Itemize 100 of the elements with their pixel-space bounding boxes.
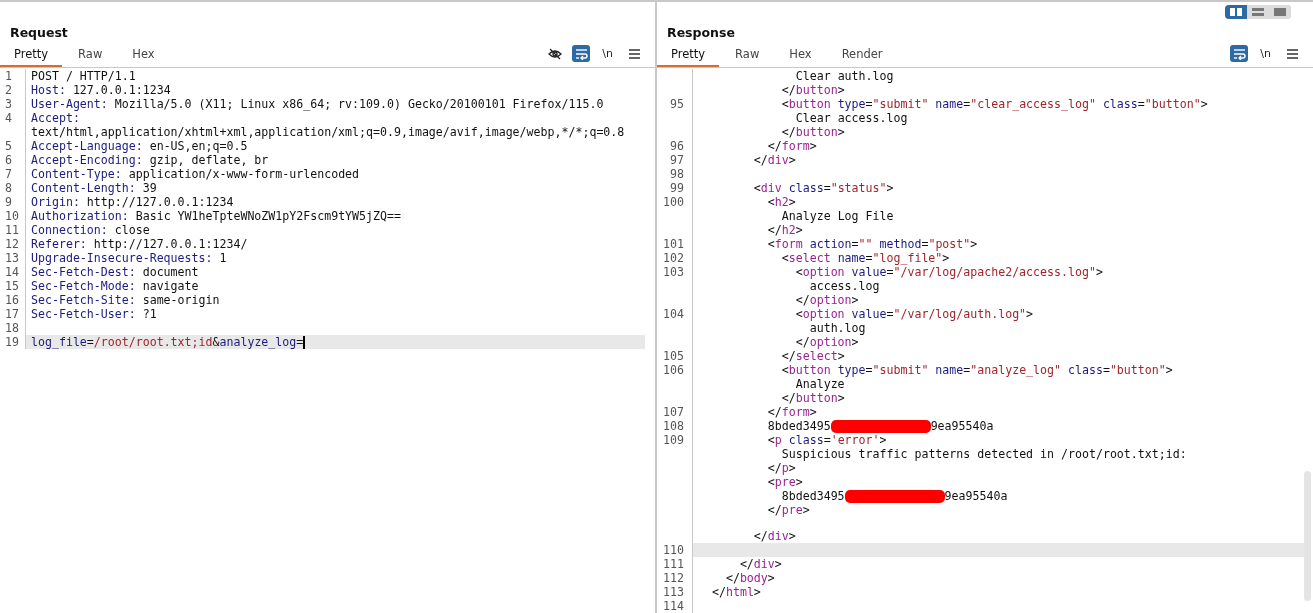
code-line: </html> bbox=[710, 585, 762, 599]
code-line: Clear access.log bbox=[794, 111, 909, 125]
code-line: Clear auth.log bbox=[794, 69, 895, 83]
code-line: </body> bbox=[724, 571, 776, 585]
line-number: 4 bbox=[0, 111, 26, 125]
code-line: 8bded3495 9ea95540a bbox=[766, 419, 995, 433]
code-line: </form> bbox=[766, 405, 818, 419]
line-number: 15 bbox=[0, 279, 26, 293]
line-number: 6 bbox=[0, 153, 26, 167]
line-number: 114 bbox=[657, 599, 693, 613]
line-number: 95 bbox=[657, 97, 693, 111]
view-tab[interactable]: Pretty bbox=[0, 47, 63, 67]
line-number: 106 bbox=[657, 363, 693, 377]
code-line: Authorization: Basic YW1heTpteWNoZW1pY2Fscm9tYW5jZQ== bbox=[30, 209, 402, 223]
view-tab[interactable]: Render bbox=[827, 47, 897, 67]
code-line: <option value="/var/log/apache2/access.log"> bbox=[794, 265, 1104, 279]
view-tab[interactable]: Raw bbox=[64, 47, 117, 67]
line-number: 112 bbox=[657, 571, 693, 585]
code-line: </option> bbox=[794, 335, 860, 349]
line-number: 14 bbox=[0, 265, 26, 279]
code-line: <option value="/var/log/auth.log"> bbox=[794, 307, 1035, 321]
line-number: 109 bbox=[657, 433, 693, 447]
line-number: 3 bbox=[0, 97, 26, 111]
line-number: 101 bbox=[657, 237, 693, 251]
newline-toggle[interactable]: \n bbox=[598, 47, 617, 60]
line-number: 102 bbox=[657, 251, 693, 265]
code-line: </pre> bbox=[766, 503, 811, 517]
code-line: POST / HTTP/1.1 bbox=[30, 69, 137, 83]
line-number: 9 bbox=[0, 195, 26, 209]
line-number: 105 bbox=[657, 349, 693, 363]
line-number: 11 bbox=[0, 223, 26, 237]
code-line: User-Agent: Mozilla/5.0 (X11; Linux x86_64; rv:109.0) Gecko/20100101 Firefox/115.0 bbox=[30, 97, 605, 111]
line-number: 113 bbox=[657, 585, 693, 599]
code-line: <select name="log_file"> bbox=[780, 251, 951, 265]
code-line: <form action="" method="post"> bbox=[766, 237, 979, 251]
code-line: <pre> bbox=[766, 475, 804, 489]
line-number: 97 bbox=[657, 153, 693, 167]
newline-toggle[interactable]: \n bbox=[1256, 47, 1275, 60]
wrap-lines-icon[interactable] bbox=[1230, 45, 1249, 62]
code-line: </option> bbox=[794, 293, 860, 307]
code-line: </form> bbox=[766, 139, 818, 153]
line-number: 5 bbox=[0, 139, 26, 153]
code-line: Connection: close bbox=[30, 223, 151, 237]
code-line: Content-Length: 39 bbox=[30, 181, 158, 195]
line-number: 104 bbox=[657, 307, 693, 321]
line-number: 100 bbox=[657, 195, 693, 209]
line-number: 1 bbox=[0, 69, 26, 83]
code-line: </p> bbox=[766, 461, 797, 475]
code-line: Sec-Fetch-Dest: document bbox=[30, 265, 200, 279]
code-line: Analyze bbox=[794, 377, 846, 391]
code-line: Suspicious traffic patterns detected in /root/root.txt;id: bbox=[780, 447, 1188, 461]
line-number: 111 bbox=[657, 557, 693, 571]
code-line: Accept: bbox=[30, 111, 81, 125]
code-line: </button> bbox=[780, 125, 846, 139]
code-line: Sec-Fetch-Mode: navigate bbox=[30, 279, 200, 293]
code-line: <div class="status"> bbox=[752, 181, 895, 195]
line-number: 98 bbox=[657, 167, 693, 181]
scrollbar-thumb[interactable] bbox=[1304, 471, 1311, 601]
line-number: 8 bbox=[0, 181, 26, 195]
line-number: 96 bbox=[657, 139, 693, 153]
code-line: </h2> bbox=[766, 223, 804, 237]
code-line: Analyze Log File bbox=[780, 209, 895, 223]
panel-title: Response bbox=[666, 24, 736, 42]
code-line: </button> bbox=[780, 83, 846, 97]
code-line: Accept-Encoding: gzip, deflate, br bbox=[30, 153, 270, 167]
code-line: </button> bbox=[780, 391, 846, 405]
line-number: 99 bbox=[657, 181, 693, 195]
code-line: text/html,application/xhtml+xml,application/xml;q=0.9,image/avif,image/webp,*/*;q=0.8 bbox=[30, 125, 626, 139]
code-line: Content-Type: application/x-www-form-urlencoded bbox=[30, 167, 361, 181]
line-number: 103 bbox=[657, 265, 693, 279]
code-line: Upgrade-Insecure-Requests: 1 bbox=[30, 251, 228, 265]
line-number: 107 bbox=[657, 405, 693, 419]
code-line: Sec-Fetch-User: ?1 bbox=[30, 307, 158, 321]
code-line: <h2> bbox=[766, 195, 797, 209]
code-line: Host: 127.0.0.1:1234 bbox=[30, 83, 172, 97]
code-line: <button type="submit" name="analyze_log" class="button"> bbox=[780, 363, 1174, 377]
line-number: 12 bbox=[0, 237, 26, 251]
code-line: </div> bbox=[752, 153, 797, 167]
code-line: <p class='error'> bbox=[766, 433, 888, 447]
code-line: auth.log bbox=[808, 321, 867, 335]
view-tab[interactable]: Pretty bbox=[657, 47, 720, 67]
side-by-side-layout-icon[interactable] bbox=[1225, 5, 1247, 19]
code-line: </select> bbox=[780, 349, 846, 363]
line-number: 18 bbox=[0, 321, 26, 335]
wrap-lines-icon[interactable] bbox=[572, 45, 591, 62]
code-line: Referer: http://127.0.0.1:1234/ bbox=[30, 237, 249, 251]
code-line: Accept-Language: en-US,en;q=0.5 bbox=[30, 139, 249, 153]
line-number: 10 bbox=[0, 209, 26, 223]
code-line: Sec-Fetch-Site: same-origin bbox=[30, 293, 221, 307]
code-line: </div> bbox=[738, 557, 783, 571]
code-line: </div> bbox=[752, 529, 797, 543]
view-tab[interactable]: Hex bbox=[775, 47, 826, 67]
line-number: 16 bbox=[0, 293, 26, 307]
view-tab[interactable]: Hex bbox=[118, 47, 169, 67]
code-line: Origin: http://127.0.0.1:1234 bbox=[30, 195, 235, 209]
panel-title: Request bbox=[9, 24, 69, 42]
view-tab[interactable]: Raw bbox=[721, 47, 774, 67]
code-line: <button type="submit" name="clear_access_log" class="button"> bbox=[780, 97, 1209, 111]
line-number: 2 bbox=[0, 83, 26, 97]
line-number: 108 bbox=[657, 419, 693, 433]
